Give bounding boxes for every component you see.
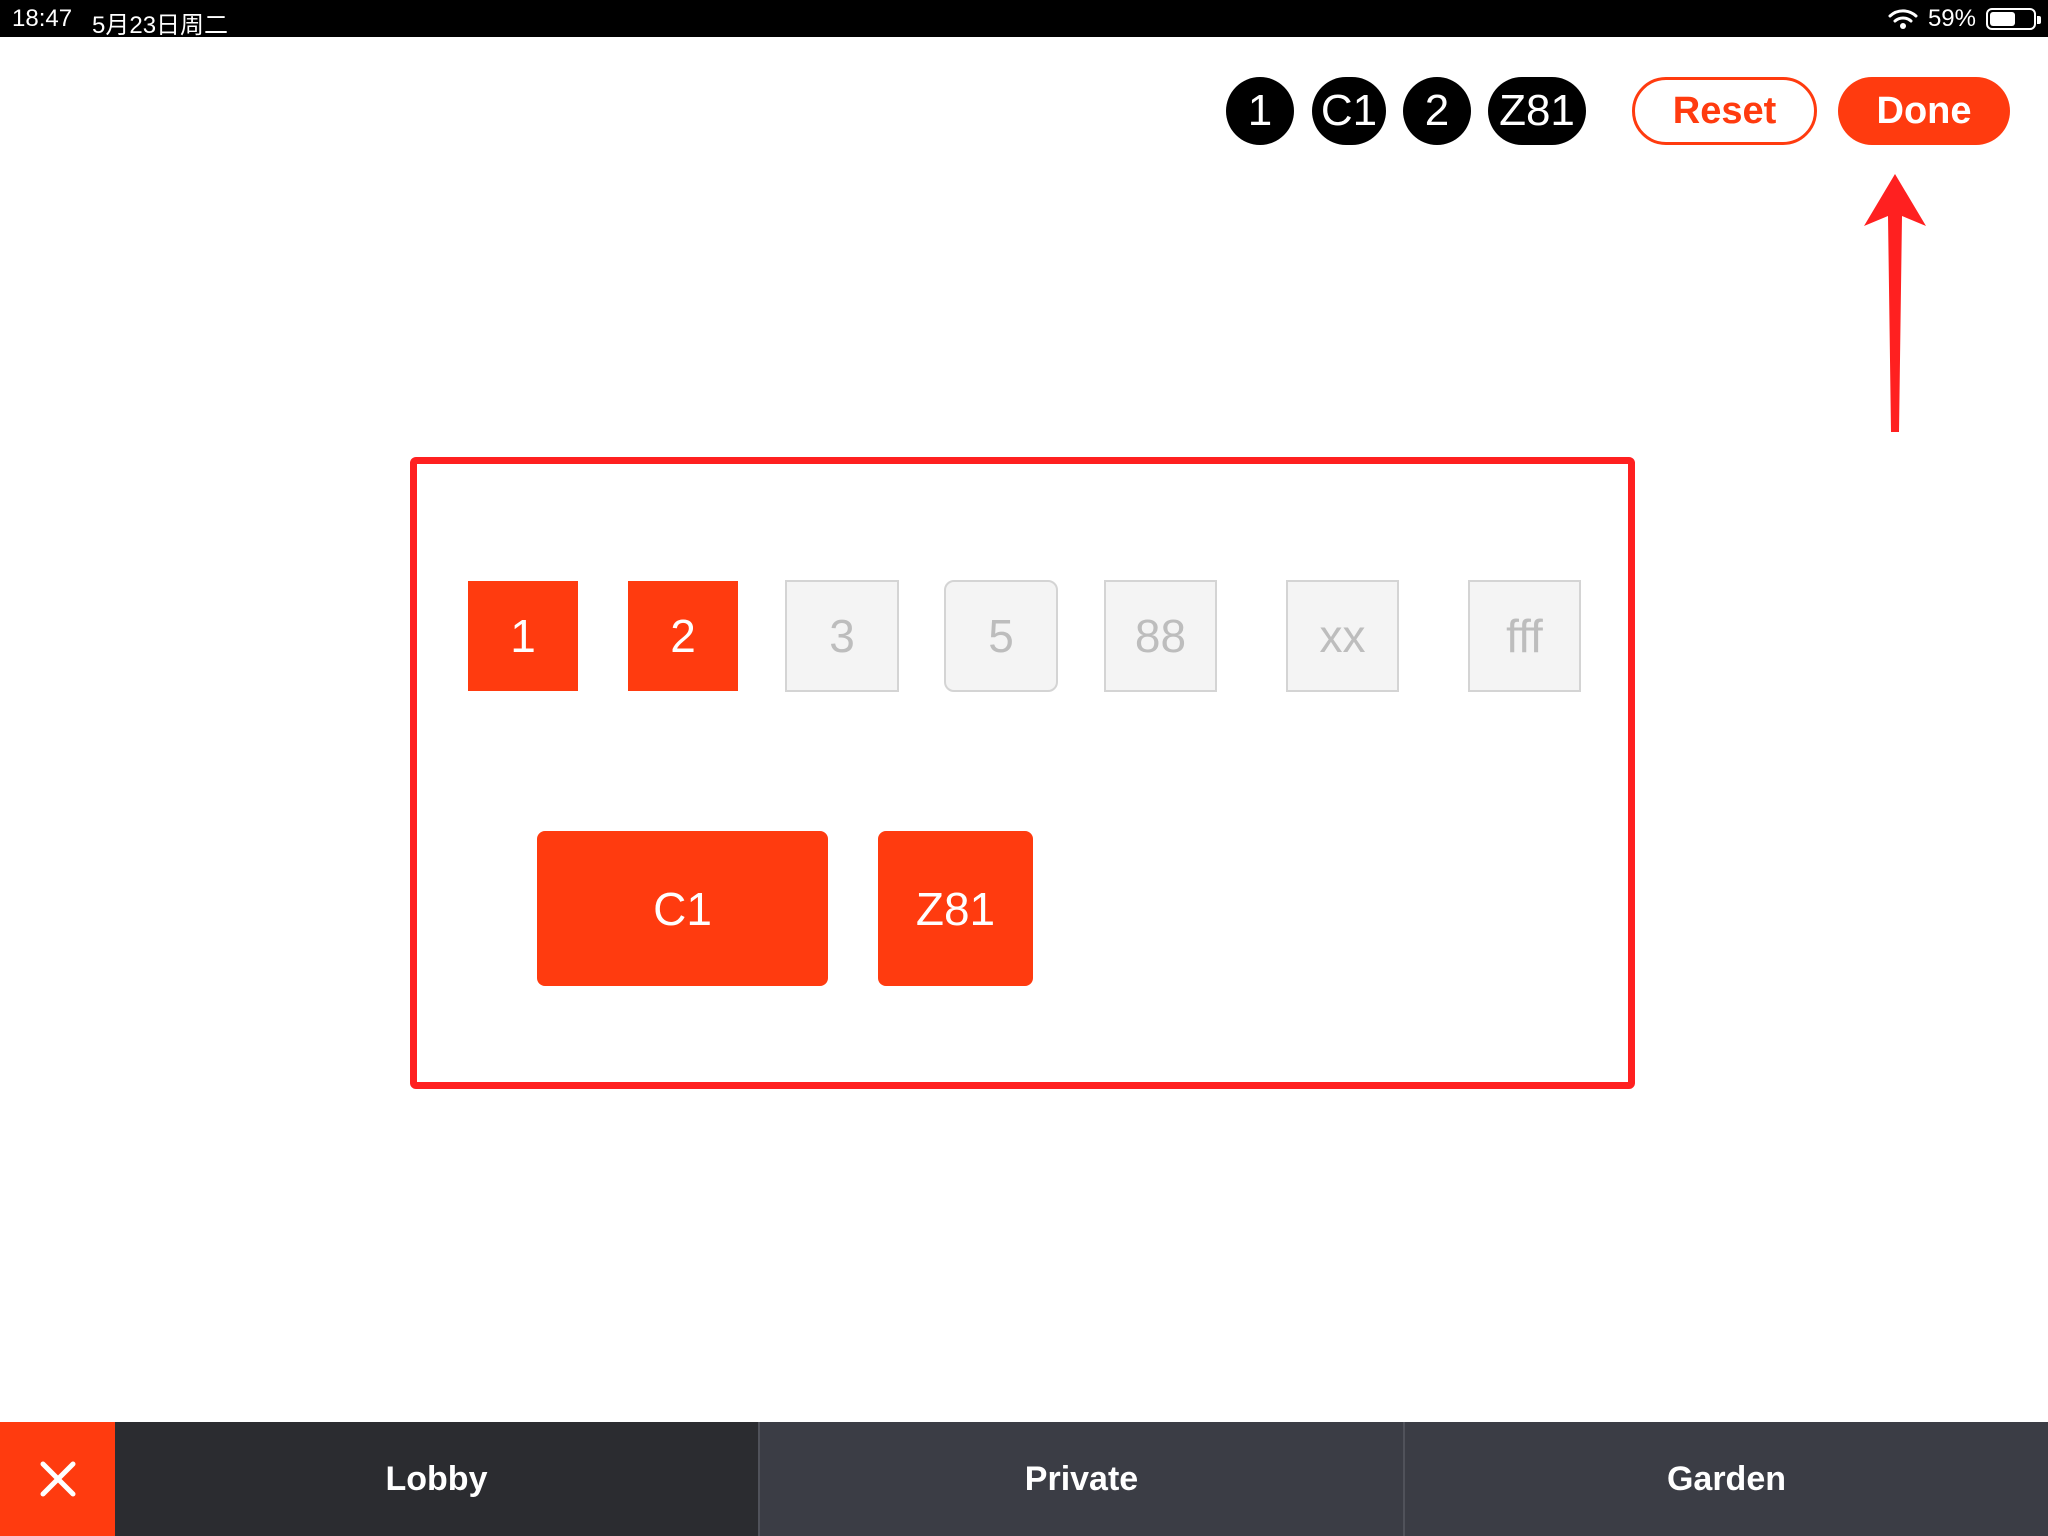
annotation-arrow (1864, 174, 1926, 432)
done-button[interactable]: Done (1838, 77, 2010, 145)
table-1[interactable]: 1 (468, 581, 578, 691)
tab-lobby[interactable]: Lobby (115, 1422, 758, 1536)
battery-tip (2037, 15, 2041, 24)
selected-table-chip[interactable]: Z81 (1488, 77, 1586, 145)
close-icon (40, 1461, 75, 1497)
close-button[interactable] (0, 1422, 115, 1536)
table-xx[interactable]: xx (1286, 580, 1399, 692)
battery-level (1990, 11, 2015, 26)
annotation-highlight-box (410, 457, 1635, 1089)
selected-table-chip[interactable]: C1 (1312, 77, 1386, 145)
status-indicators: 59% (1888, 0, 2041, 37)
table-3[interactable]: 3 (785, 580, 899, 692)
table-5[interactable]: 5 (944, 580, 1058, 692)
selected-table-chip[interactable]: 1 (1226, 77, 1294, 145)
table-88[interactable]: 88 (1104, 580, 1217, 692)
selected-table-chip[interactable]: 2 (1403, 77, 1471, 145)
status-bar: 18:47 5月23日周二 59% (0, 0, 2048, 39)
area-tab-bar: Lobby Private Garden (0, 1422, 2048, 1536)
tab-garden[interactable]: Garden (1403, 1422, 2048, 1536)
table-selection-screen: 18:47 5月23日周二 59% 1 C1 2 Z81 Reset Done … (0, 0, 2048, 1536)
status-time: 18:47 (12, 5, 73, 32)
status-date: 5月23日周二 (92, 12, 229, 39)
wifi-icon (1888, 8, 1918, 29)
tab-private[interactable]: Private (758, 1422, 1403, 1536)
battery-percent: 59% (1927, 4, 1976, 32)
reset-button[interactable]: Reset (1632, 77, 1817, 145)
table-2[interactable]: 2 (628, 581, 738, 691)
table-z81[interactable]: Z81 (878, 831, 1033, 986)
table-fff[interactable]: fff (1468, 580, 1581, 692)
battery-icon (1986, 7, 2041, 30)
table-c1[interactable]: C1 (537, 831, 828, 986)
